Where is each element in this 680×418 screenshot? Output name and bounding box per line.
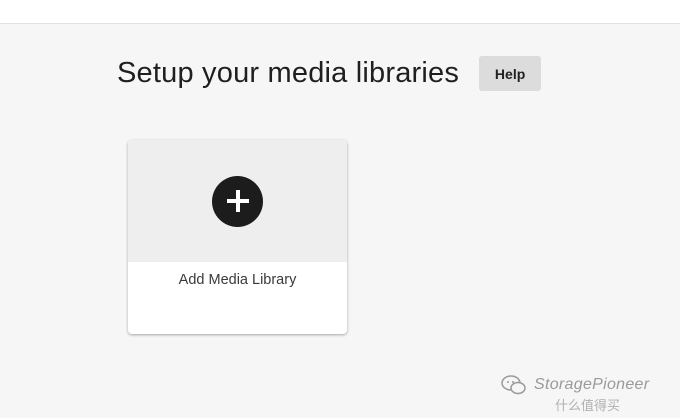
watermark-subtext: 什么值得买 (555, 398, 621, 413)
top-bar (0, 0, 680, 24)
card-label: Add Media Library (178, 272, 297, 288)
watermark-text: StoragePioneer (534, 376, 650, 393)
add-media-library-card[interactable]: Add Media Library (128, 140, 347, 334)
page-title: Setup your media libraries (117, 57, 460, 89)
card-image-area (128, 140, 347, 262)
plus-circle-icon (212, 175, 263, 227)
watermark: StoragePioneer (500, 374, 649, 396)
wechat-icon (501, 375, 526, 395)
help-button[interactable]: Help (479, 56, 542, 91)
page-header: Setup your media libraries Help (117, 56, 542, 91)
plus-icon (226, 190, 249, 212)
